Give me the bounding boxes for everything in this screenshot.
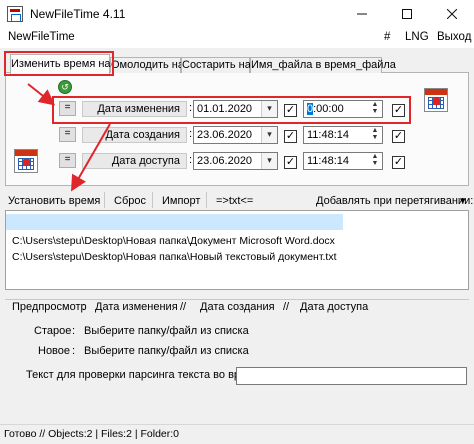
created-time-checkbox[interactable]: ✓ [392, 130, 405, 143]
time-value: 11:48:14 [307, 155, 350, 167]
tab-name-to-time[interactable]: Имя_файла в время_файла [250, 57, 396, 73]
label-modified-date: Дата изменения [82, 101, 187, 117]
import-button[interactable]: Импорт [162, 192, 200, 210]
colon: : [189, 154, 193, 166]
date-value: 01.01.2020 [197, 103, 253, 115]
colon: : [189, 102, 193, 114]
menu-newfiletime[interactable]: NewFileTime [8, 31, 75, 43]
list-selection-row[interactable] [6, 214, 343, 230]
minimize-icon [356, 13, 367, 15]
new-value: Выберите папку/файл из списка [84, 345, 249, 357]
set-time-button[interactable]: Установить время [8, 192, 100, 210]
preview-modified-label: Дата изменения [95, 301, 178, 313]
label-created-date: Дата создания [82, 127, 187, 143]
modified-time-checkbox[interactable]: ✓ [392, 104, 405, 117]
list-item[interactable]: C:\Users\stepu\Desktop\Новая папка\Докум… [12, 235, 335, 247]
calendar-icon[interactable] [424, 88, 448, 112]
preview-divider [5, 299, 469, 300]
menu-exit[interactable]: Выход [437, 31, 471, 43]
equal-button-accessed[interactable]: = [59, 153, 76, 168]
new-label: Новое [38, 345, 71, 357]
close-icon [446, 9, 457, 19]
preview-created-label: Дата создания [200, 301, 275, 313]
parse-label: Текст для проверки парсинга текста во вр… [26, 369, 260, 381]
preview-separator: // [283, 301, 290, 313]
chevron-down-icon[interactable]: ▾ [460, 192, 466, 210]
spin-up-icon[interactable]: ▲ [368, 127, 382, 134]
minimize-button[interactable] [339, 0, 384, 28]
preview-accessed-label: Дата доступа [300, 301, 369, 313]
colon: : [189, 128, 193, 140]
time-value: 11:48:14 [307, 129, 350, 141]
drag-add-dropdown[interactable]: Добавлять при перетягивании: [316, 192, 473, 210]
date-value: 23.06.2020 [197, 129, 253, 141]
label-accessed-date: Дата доступа [82, 153, 187, 169]
toolbar-separator [152, 192, 153, 208]
preview-label: Предпросмотр [12, 301, 87, 313]
refresh-icon[interactable]: ↺ [58, 80, 72, 94]
toolbar-separator [104, 192, 105, 208]
list-item[interactable]: C:\Users\stepu\Desktop\Новая папка\Новый… [12, 251, 337, 263]
calendar-dropdown-icon[interactable]: ▾ [261, 153, 277, 169]
old-value: Выберите папку/файл из списка [84, 325, 249, 337]
preview-colon: : [82, 301, 86, 313]
tab-set-time[interactable]: Изменить время на [10, 54, 111, 74]
toolbar-separator [206, 192, 207, 208]
spin-up-icon[interactable]: ▲ [368, 153, 382, 160]
spin-down-icon[interactable]: ▼ [368, 108, 382, 115]
tab-age[interactable]: Состарить на [181, 57, 251, 73]
calendar-icon-left[interactable] [14, 149, 38, 173]
equal-button-modified[interactable]: = [59, 101, 76, 116]
modified-date-checkbox[interactable]: ✓ [284, 104, 297, 117]
preview-separator: // [180, 301, 187, 313]
accessed-date-checkbox[interactable]: ✓ [284, 156, 297, 169]
new-colon: : [72, 345, 76, 357]
equal-button-created[interactable]: = [59, 127, 76, 142]
status-text: Готово // Objects:2 | Files:2 | Folder:0 [4, 428, 180, 440]
menu-language[interactable]: LNG [405, 31, 429, 43]
spin-down-icon[interactable]: ▼ [368, 160, 382, 167]
time-spinner[interactable]: ▲ ▼ [368, 127, 382, 143]
txt-button[interactable]: =>txt<= [216, 192, 253, 210]
calendar-dropdown-icon[interactable]: ▾ [261, 101, 277, 117]
menu-hash[interactable]: # [384, 31, 390, 43]
accessed-time-checkbox[interactable]: ✓ [392, 156, 405, 169]
reset-button[interactable]: Сброс [114, 192, 146, 210]
tab-rejuvenate[interactable]: Омолодить на [110, 57, 184, 73]
time-value: :00:00 [313, 103, 344, 115]
calendar-dropdown-icon[interactable]: ▾ [261, 127, 277, 143]
maximize-icon [401, 9, 412, 19]
parse-text-input[interactable] [236, 367, 467, 385]
time-spinner[interactable]: ▲ ▼ [368, 153, 382, 169]
old-label: Старое [34, 325, 72, 337]
app-icon [7, 6, 23, 22]
spin-down-icon[interactable]: ▼ [368, 134, 382, 141]
time-spinner[interactable]: ▲ ▼ [368, 101, 382, 117]
maximize-button[interactable] [384, 0, 429, 28]
created-date-checkbox[interactable]: ✓ [284, 130, 297, 143]
close-button[interactable] [429, 0, 474, 28]
date-value: 23.06.2020 [197, 155, 253, 167]
spin-up-icon[interactable]: ▲ [368, 101, 382, 108]
window-title: NewFileTime 4.11 [30, 7, 126, 21]
old-colon: : [72, 325, 76, 337]
